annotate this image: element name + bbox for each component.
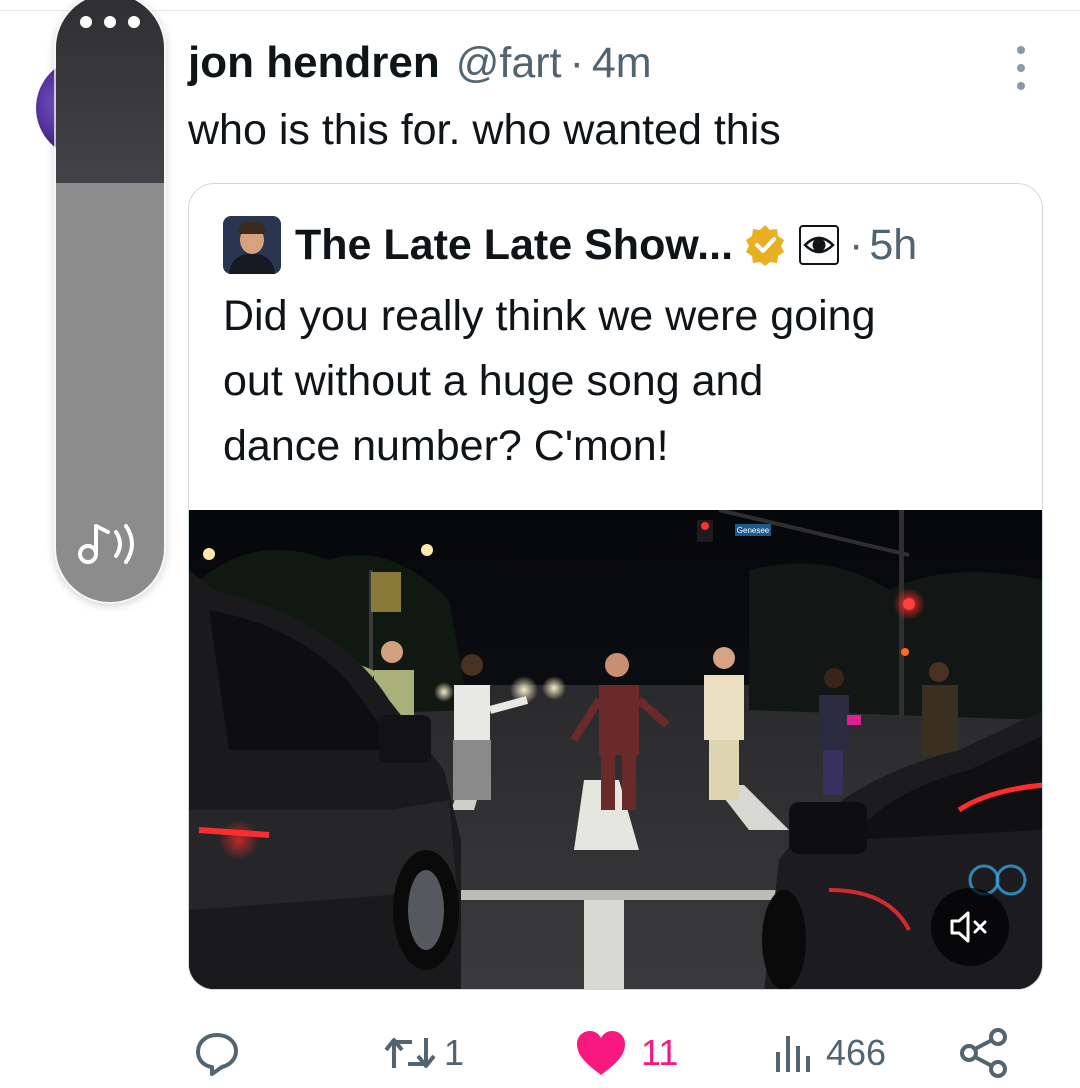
quoted-tweet-text: Did you really think we were going out w… (223, 284, 1023, 479)
floating-media-overlay[interactable] (56, 0, 164, 602)
quoted-header-separator: · (849, 220, 864, 269)
like-count: 11 (641, 1032, 679, 1073)
video-player[interactable]: Genesee (189, 510, 1042, 989)
quoted-author-avatar[interactable] (223, 216, 281, 274)
views-bar-icon (776, 1036, 810, 1072)
like-button[interactable]: 11 (575, 1018, 678, 1088)
reply-icon (196, 1033, 238, 1076)
retweet-icon (384, 1038, 436, 1068)
verified-badge-icon (746, 225, 785, 266)
tweet-text: who is this for. who wanted this (188, 106, 781, 154)
share-button[interactable] (958, 1018, 1010, 1088)
retweet-count: 1 (444, 1032, 465, 1073)
quoted-text-line: dance number? C'mon! (223, 422, 669, 470)
quoted-text-line: Did you really think we were going (223, 292, 876, 340)
reply-button[interactable] (192, 1018, 242, 1088)
cbs-eye-logo (799, 225, 840, 265)
views-button[interactable]: 466 (772, 1018, 886, 1088)
tweet-time[interactable]: 4m (592, 39, 652, 88)
audio-note-icon[interactable] (74, 514, 146, 570)
author-name[interactable]: jon hendren (188, 38, 440, 88)
quoted-tweet-header: The Late Late Show... · 5h (223, 214, 917, 276)
ellipsis-icon[interactable] (80, 16, 140, 28)
quoted-tweet-card[interactable]: The Late Late Show... · 5h Did you reall… (188, 183, 1043, 990)
views-count: 466 (826, 1032, 887, 1073)
share-icon (960, 1028, 1007, 1078)
heart-icon (577, 1031, 625, 1075)
quoted-tweet-time[interactable]: 5h (869, 221, 917, 270)
volume-muted-icon[interactable] (931, 888, 1009, 966)
retweet-button[interactable]: 1 (382, 1018, 464, 1088)
quoted-text-line: out without a huge song and (223, 357, 764, 405)
tweet-header: jon hendren @fart · 4m (188, 38, 652, 104)
author-handle[interactable]: @fart (456, 39, 562, 88)
quoted-author-name[interactable]: The Late Late Show... (295, 221, 733, 270)
header-separator: · (569, 39, 584, 87)
more-vertical-icon[interactable] (1008, 46, 1034, 90)
video-frame: Genesee (189, 510, 1042, 989)
street-sign: Genesee (737, 526, 770, 535)
tweet-actions: 1 11 466 (0, 1018, 1080, 1088)
